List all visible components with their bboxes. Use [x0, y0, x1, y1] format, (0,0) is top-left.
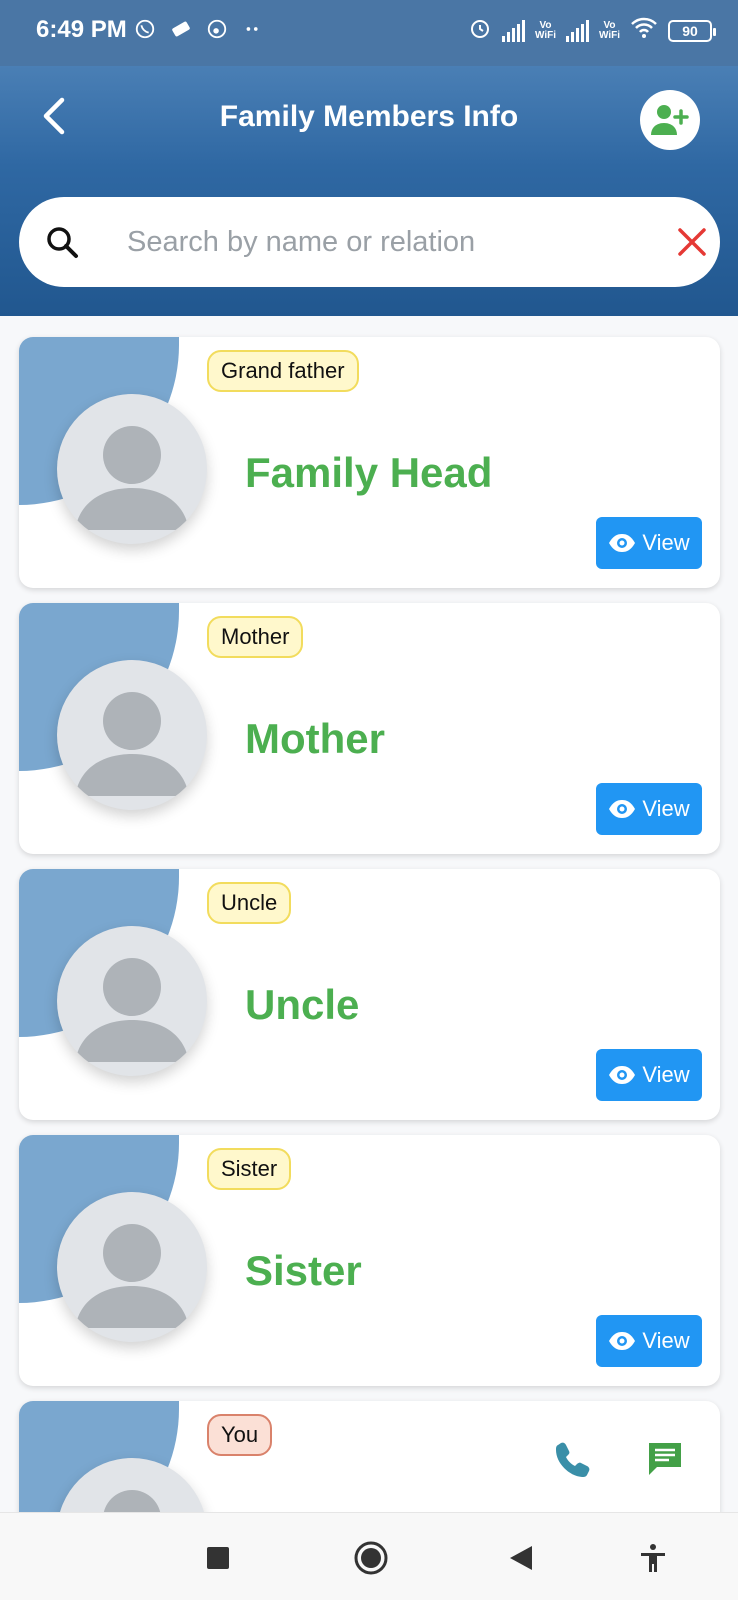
view-button-label: View [642, 530, 690, 555]
eye-icon [609, 1066, 636, 1084]
view-button-label: View [642, 1062, 690, 1087]
signal-icon [501, 19, 525, 42]
member-card: Uncle Uncle View [19, 869, 720, 1120]
person-placeholder-icon [75, 692, 189, 796]
status-bar: 6:49 PM Vo WiFi Vo WiFi 90 [0, 0, 738, 66]
person-add-icon [651, 105, 689, 135]
avatar [57, 660, 207, 810]
view-button[interactable]: View [596, 783, 702, 835]
music-icon [206, 18, 228, 44]
member-card: Sister Sister View [19, 1135, 720, 1386]
relation-badge: Uncle [207, 882, 292, 924]
person-placeholder-icon [75, 958, 189, 1062]
avatar [57, 926, 207, 1076]
clear-icon[interactable] [673, 223, 711, 261]
app-header: Family Members Info [0, 66, 738, 316]
search-icon [47, 227, 78, 258]
avatar [57, 1192, 207, 1342]
member-name: Family Head [245, 449, 493, 496]
eye-icon [609, 800, 636, 818]
back-nav-button[interactable] [498, 1535, 544, 1581]
ticket-icon [170, 18, 192, 44]
more-dots-icon [242, 18, 264, 44]
recents-button[interactable] [195, 1535, 241, 1581]
relation-badge: Mother [207, 616, 304, 658]
status-system-icons: Vo WiFi Vo WiFi 90 [468, 16, 716, 45]
person-placeholder-icon [75, 426, 189, 530]
home-circle-icon [354, 1541, 388, 1575]
wifi-icon [630, 16, 658, 45]
battery-icon: 90 [668, 19, 716, 42]
relation-badge: Grand father [207, 350, 359, 392]
back-triangle-icon [510, 1546, 532, 1570]
alarm-icon [468, 16, 492, 45]
phone-icon[interactable] [553, 1439, 593, 1479]
view-button[interactable]: View [596, 1049, 702, 1101]
search-input[interactable] [127, 215, 647, 269]
view-button[interactable]: View [596, 1315, 702, 1367]
accessibility-button[interactable] [630, 1535, 676, 1581]
person-placeholder-icon [75, 1224, 189, 1328]
recents-square-icon [207, 1547, 229, 1569]
signal-icon-2 [565, 19, 589, 42]
member-name: Mother [245, 715, 385, 762]
system-nav-bar [0, 1512, 738, 1600]
member-name: Uncle [245, 981, 360, 1028]
search-bar [19, 197, 720, 287]
member-list: Grand father Family Head View Mother Mot… [0, 316, 738, 1512]
member-card: Mother Mother View [19, 603, 720, 854]
status-time: 6:49 PM [36, 16, 127, 43]
add-member-button[interactable] [640, 90, 700, 150]
eye-icon [609, 534, 636, 552]
message-icon[interactable] [645, 1439, 685, 1479]
vowifi-icon: Vo WiFi [534, 19, 556, 41]
page-title: Family Members Info [219, 100, 519, 133]
eye-icon [609, 1332, 636, 1350]
member-card: Grand father Family Head View [19, 337, 720, 588]
whatsapp-icon [134, 18, 156, 44]
status-notification-icons [134, 18, 264, 44]
view-button-label: View [642, 1328, 690, 1353]
member-card-self: You [19, 1401, 720, 1512]
member-name: Sister [245, 1247, 362, 1294]
accessibility-icon [641, 1544, 665, 1572]
home-button[interactable] [348, 1535, 394, 1581]
relation-badge: You [207, 1414, 273, 1456]
vowifi-icon-2: Vo WiFi [598, 19, 620, 41]
view-button[interactable]: View [596, 517, 702, 569]
avatar [57, 394, 207, 544]
view-button-label: View [642, 796, 690, 821]
relation-badge: Sister [207, 1148, 292, 1190]
